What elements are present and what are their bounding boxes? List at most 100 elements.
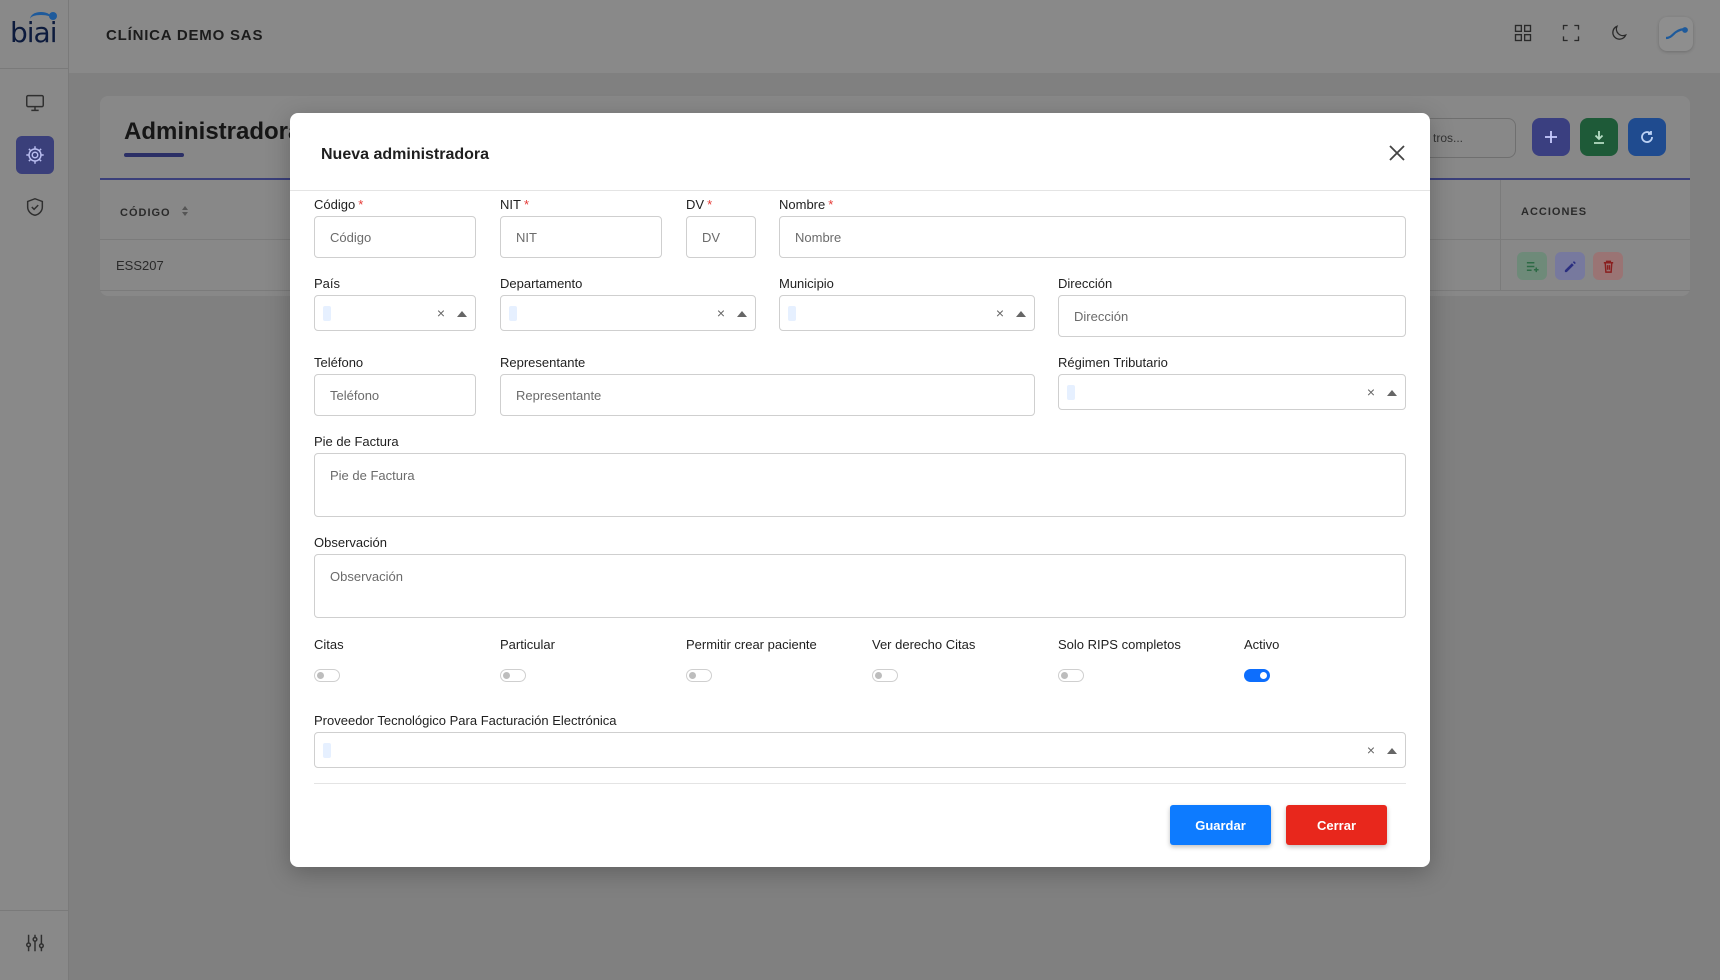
- permitir-crear-paciente-toggle[interactable]: [686, 669, 712, 682]
- modal-footer-divider: [314, 783, 1406, 784]
- activo-toggle[interactable]: [1244, 669, 1270, 682]
- search-input[interactable]: tros...: [1420, 118, 1516, 158]
- municipio-label: Municipio: [779, 276, 834, 291]
- clear-icon[interactable]: ×: [1364, 741, 1378, 759]
- telefono-label: Teléfono: [314, 355, 364, 370]
- municipio-select[interactable]: ×: [779, 295, 1035, 331]
- column-divider: [1500, 180, 1501, 290]
- shield-icon: [26, 197, 44, 217]
- pie-factura-textarea[interactable]: [314, 453, 1406, 517]
- sliders-icon: [26, 934, 44, 952]
- title-underline: [124, 153, 184, 157]
- page-title: Administradora: [124, 118, 302, 145]
- representante-input[interactable]: [500, 374, 1035, 416]
- plus-icon: [1545, 131, 1557, 143]
- regimen-select[interactable]: ×: [1058, 374, 1406, 410]
- toggle-knob: [1260, 672, 1267, 679]
- select-value-chip: [323, 306, 331, 321]
- gear-icon: [26, 146, 44, 164]
- nombre-input[interactable]: [779, 216, 1406, 258]
- dark-mode-button[interactable]: [1606, 20, 1632, 46]
- nit-label-text: NIT: [500, 197, 521, 212]
- nit-input[interactable]: [500, 216, 662, 258]
- dv-label: DV *: [686, 197, 712, 212]
- select-value-chip: [788, 306, 796, 321]
- toggle-knob: [689, 672, 696, 679]
- clear-icon[interactable]: ×: [434, 304, 448, 322]
- departamento-select[interactable]: ×: [500, 295, 756, 331]
- close-icon: [1389, 145, 1405, 161]
- dv-label-text: DV: [686, 197, 705, 212]
- cancel-button[interactable]: Cerrar: [1286, 805, 1387, 845]
- table-cell-codigo: ESS207: [116, 258, 164, 273]
- clinic-name: CLÍNICA DEMO SAS: [106, 27, 264, 44]
- modal-close-button[interactable]: [1385, 141, 1409, 165]
- sidebar-item-dashboard[interactable]: [16, 84, 54, 122]
- caret-up-icon: [457, 311, 467, 317]
- observacion-textarea[interactable]: [314, 554, 1406, 618]
- column-header-codigo[interactable]: CÓDIGO: [120, 206, 189, 219]
- sidebar-item-customize[interactable]: [16, 924, 54, 962]
- clear-icon[interactable]: ×: [714, 304, 728, 322]
- logo-dot-icon: [49, 12, 57, 20]
- pais-select[interactable]: ×: [314, 295, 476, 331]
- sidebar-item-security[interactable]: [16, 188, 54, 226]
- column-header-acciones: ACCIONES: [1521, 206, 1588, 218]
- trash-icon: [1603, 260, 1613, 273]
- sidebar-item-settings[interactable]: [16, 136, 54, 174]
- nombre-label-text: Nombre: [779, 197, 826, 212]
- direccion-label: Dirección: [1058, 276, 1113, 291]
- refresh-button[interactable]: [1628, 118, 1666, 156]
- download-button[interactable]: [1580, 118, 1618, 156]
- nit-label: NIT *: [500, 197, 529, 212]
- citas-toggle-label: Citas: [314, 637, 344, 652]
- moon-icon: [1612, 25, 1627, 40]
- direccion-input[interactable]: [1058, 295, 1406, 337]
- row-edit-button[interactable]: [1555, 252, 1585, 280]
- new-administradora-modal: Nueva administradora Código* NIT* DV* No…: [290, 113, 1430, 867]
- fullscreen-button[interactable]: [1558, 20, 1584, 46]
- sidebar-divider: [0, 68, 69, 69]
- toggle-knob: [503, 672, 510, 679]
- dv-input[interactable]: [686, 216, 756, 258]
- solo-rips-completos-toggle[interactable]: [1058, 669, 1084, 682]
- clear-icon[interactable]: ×: [1364, 383, 1378, 401]
- toggle-knob: [875, 672, 882, 679]
- ver-derecho-citas-toggle-label: Ver derecho Citas: [872, 637, 976, 652]
- departamento-label: Departamento: [500, 276, 583, 291]
- user-avatar[interactable]: [1659, 17, 1693, 51]
- select-value-chip: [1067, 385, 1075, 400]
- caret-up-icon: [1387, 390, 1397, 396]
- apps-grid-button[interactable]: [1510, 20, 1536, 46]
- citas-toggle[interactable]: [314, 669, 340, 682]
- add-button[interactable]: [1532, 118, 1570, 156]
- pencil-icon: [1564, 260, 1576, 272]
- column-header-codigo-label: CÓDIGO: [120, 207, 171, 219]
- sidebar: biai: [0, 0, 69, 980]
- select-value-chip: [509, 306, 517, 321]
- proveedor-label: Proveedor Tecnológico Para Facturación E…: [314, 713, 617, 728]
- clear-icon[interactable]: ×: [993, 304, 1007, 322]
- toggle-knob: [1061, 672, 1068, 679]
- caret-up-icon: [737, 311, 747, 317]
- save-button[interactable]: Guardar: [1170, 805, 1271, 845]
- download-icon: [1594, 131, 1604, 144]
- ver-derecho-citas-toggle[interactable]: [872, 669, 898, 682]
- representante-label: Representante: [500, 355, 586, 370]
- pais-label: País: [314, 276, 341, 291]
- particular-toggle[interactable]: [500, 669, 526, 682]
- codigo-input[interactable]: [314, 216, 476, 258]
- playlist-add-icon: [1526, 261, 1539, 272]
- required-mark: *: [707, 197, 713, 212]
- refresh-icon: [1641, 131, 1653, 143]
- app-logo[interactable]: biai: [8, 10, 60, 52]
- nombre-label: Nombre *: [779, 197, 833, 212]
- telefono-input[interactable]: [314, 374, 476, 416]
- required-mark: *: [523, 197, 530, 212]
- row-delete-button[interactable]: [1593, 252, 1623, 280]
- proveedor-select[interactable]: ×: [314, 732, 1406, 768]
- topbar: CLÍNICA DEMO SAS: [69, 0, 1720, 73]
- select-value-chip: [323, 743, 331, 758]
- row-assign-button[interactable]: [1517, 252, 1547, 280]
- codigo-label-text: Código: [314, 197, 356, 212]
